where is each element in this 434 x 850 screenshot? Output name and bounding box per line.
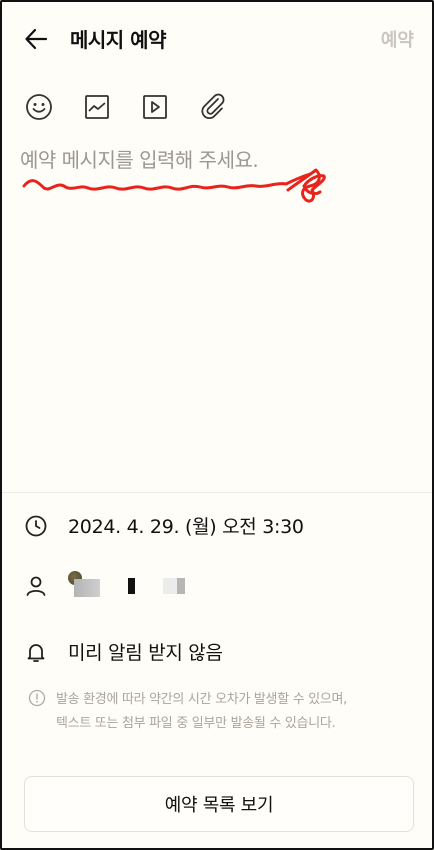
header: 메시지 예약 예약 — [2, 2, 432, 76]
emoji-button[interactable] — [24, 92, 54, 122]
recipient-row[interactable] — [24, 571, 185, 598]
attachment-button[interactable] — [198, 92, 228, 122]
schedule-datetime: 2024. 4. 29. (월) 오전 3:30 — [68, 516, 304, 538]
message-input[interactable] — [20, 144, 410, 484]
clock-icon — [24, 514, 48, 538]
page-title: 메시지 예약 — [70, 28, 166, 52]
schedule-row[interactable]: 2024. 4. 29. (월) 오전 3:30 — [24, 512, 304, 539]
notice-line-1: 발송 환경에 따라 약간의 시간 오차가 발생할 수 있으며, — [56, 692, 348, 707]
reservation-list-button[interactable]: 예약 목록 보기 — [24, 776, 414, 832]
image-button[interactable] — [82, 92, 112, 122]
alarm-row[interactable]: 미리 알림 받지 않음 — [24, 638, 223, 665]
emoji-icon — [26, 94, 52, 120]
bell-icon — [24, 640, 48, 664]
divider — [2, 492, 432, 493]
person-icon — [24, 574, 48, 598]
reserve-button[interactable]: 예약 — [381, 26, 414, 52]
composer-toolbar — [24, 90, 228, 124]
back-button[interactable] — [22, 24, 52, 54]
recipient-list — [68, 571, 185, 597]
alarm-label: 미리 알림 받지 않음 — [68, 642, 223, 664]
notice-line-2: 텍스트 또는 첨부 파일 중 일부만 발송될 수 있습니다. — [56, 716, 336, 731]
back-arrow-icon — [25, 28, 48, 50]
image-icon — [85, 95, 109, 119]
notice: 발송 환경에 따라 약간의 시간 오차가 발생할 수 있으며, 텍스트 또는 첨… — [28, 688, 408, 736]
screen: 메시지 예약 예약 예약 메시지를 입력해 주세요. 2024. 4. 29. … — [0, 0, 434, 850]
recipient-avatar — [68, 571, 100, 597]
video-button[interactable] — [140, 92, 170, 122]
notice-text: 발송 환경에 따라 약간의 시간 오차가 발생할 수 있으며, 텍스트 또는 첨… — [56, 688, 347, 736]
info-icon — [28, 689, 46, 707]
recipient-redaction — [128, 578, 135, 594]
video-icon — [143, 95, 167, 119]
recipient-redaction — [177, 578, 185, 594]
attachment-icon — [201, 93, 225, 119]
recipient-redaction — [163, 578, 177, 594]
